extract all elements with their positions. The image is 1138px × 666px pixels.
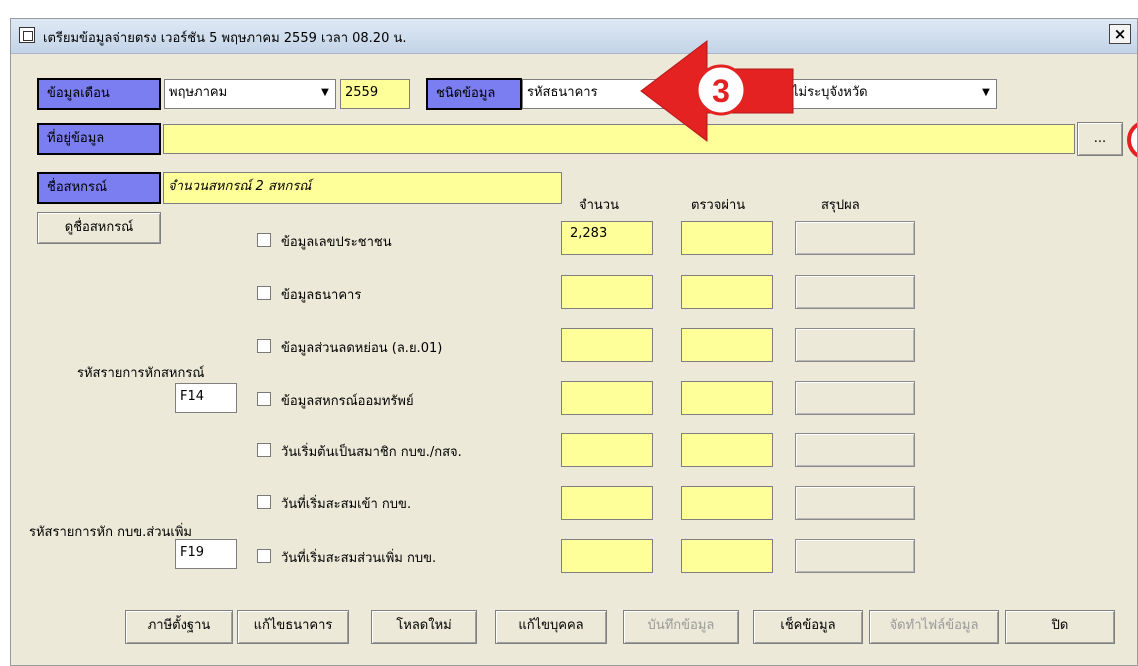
year-input[interactable]: 2559 <box>340 79 410 109</box>
prepare-data-window: เตรียมข้อมูลจ่ายตรง เวอร์ชัน 5 พฤษภาคม 2… <box>10 18 1138 666</box>
row-label: ข้อมูลเลขประชาชน <box>281 235 392 250</box>
row-checkbox[interactable] <box>257 392 271 406</box>
row-checkbox[interactable] <box>257 443 271 457</box>
partial-annotation-badge <box>1127 122 1137 158</box>
coop-deduct-code-input[interactable]: F14 <box>175 383 237 413</box>
row-passed <box>681 328 773 362</box>
row-summary-button[interactable] <box>795 275 915 309</box>
month-select[interactable]: พฤษภาคม ▼ <box>164 79 336 109</box>
month-select-value: พฤษภาคม <box>169 85 228 100</box>
edit-person-button[interactable]: แก้ไขบุคคล <box>495 610 607 644</box>
row-label: ข้อมูลธนาคาร <box>281 288 362 303</box>
row-count <box>561 433 653 467</box>
row-summary-button[interactable] <box>795 221 915 255</box>
column-header-summary: สรุปผล <box>821 198 860 213</box>
row-label: วันเริ่มต้นเป็นสมาชิก กบข./กสจ. <box>281 445 462 460</box>
row-checkbox[interactable] <box>257 339 271 353</box>
row-count <box>561 275 653 309</box>
row-passed <box>681 381 773 415</box>
row-label: ข้อมูลส่วนลดหย่อน (ล.ย.01) <box>281 341 443 356</box>
row-count <box>561 328 653 362</box>
reload-button[interactable]: โหลดใหม่ <box>371 610 477 644</box>
coop-name-label: ชื่อสหกรณ์ <box>37 172 161 204</box>
close-window-button[interactable]: × <box>1109 24 1131 44</box>
app-icon <box>19 27 35 43</box>
province-select[interactable]: ไม่ระบุจังหวัด ▼ <box>787 79 997 109</box>
chevron-down-icon[interactable]: ▼ <box>317 83 333 103</box>
data-location-label: ที่อยู่ข้อมูล <box>37 123 161 155</box>
tax-base-button[interactable]: ภาษีตั้งฐาน <box>125 610 233 644</box>
province-select-value: ไม่ระบุจังหวัด <box>792 85 868 100</box>
view-coop-button[interactable]: ดูชื่อสหกรณ์ <box>37 212 161 244</box>
data-type-label: ชนิดข้อมูล <box>426 78 522 110</box>
row-summary-button[interactable] <box>795 381 915 415</box>
close-button[interactable]: ปิด <box>1005 610 1115 644</box>
partial-badge-icon <box>1127 122 1137 158</box>
row-label: วันที่เริ่มสะสมเข้า กบข. <box>281 497 412 512</box>
column-header-count: จำนวน <box>579 198 619 213</box>
data-type-select-value: รหัสธนาคาร <box>527 85 598 100</box>
row-passed <box>681 539 773 573</box>
row-passed <box>681 433 773 467</box>
browse-button[interactable]: ... <box>1077 122 1123 156</box>
row-checkbox[interactable] <box>257 286 271 300</box>
month-label: ข้อมูลเดือน <box>37 78 161 110</box>
data-location-input[interactable] <box>163 124 1075 154</box>
row-summary-button[interactable] <box>795 328 915 362</box>
coop-name-field: จำนวนสหกรณ์ 2 สหกรณ์ <box>163 172 562 204</box>
check-data-button[interactable]: เช็คข้อมูล <box>753 610 863 644</box>
title-bar: เตรียมข้อมูลจ่ายตรง เวอร์ชัน 5 พฤษภาคม 2… <box>11 19 1137 54</box>
edit-bank-button[interactable]: แก้ไขธนาคาร <box>237 610 349 644</box>
save-data-button[interactable]: บันทึกข้อมูล <box>623 610 739 644</box>
row-label: วันที่เริ่มสะสมส่วนเพิ่ม กบข. <box>281 551 437 566</box>
gpf-extra-code-input[interactable]: F19 <box>175 539 237 569</box>
row-summary-button[interactable] <box>795 539 915 573</box>
window-title: เตรียมข้อมูลจ่ายตรง เวอร์ชัน 5 พฤษภาคม 2… <box>43 31 407 46</box>
row-passed <box>681 275 773 309</box>
row-count <box>561 539 653 573</box>
row-checkbox[interactable] <box>257 549 271 563</box>
create-file-button[interactable]: จัดทำไฟล์ข้อมูล <box>869 610 999 644</box>
row-passed <box>681 486 773 520</box>
row-count <box>561 381 653 415</box>
row-checkbox[interactable] <box>257 233 271 247</box>
row-checkbox[interactable] <box>257 495 271 509</box>
chevron-down-icon[interactable]: ▼ <box>978 83 994 103</box>
row-label: ข้อมูลสหกรณ์ออมทรัพย์ <box>281 394 414 409</box>
row-count <box>561 486 653 520</box>
gpf-extra-code-label: รหัสรายการหัก กบข.ส่วนเพิ่ม <box>29 525 192 540</box>
row-count: 2,283 <box>561 221 653 255</box>
row-passed <box>681 221 773 255</box>
row-summary-button[interactable] <box>795 486 915 520</box>
column-header-passed: ตรวจผ่าน <box>691 198 746 213</box>
row-summary-button[interactable] <box>795 433 915 467</box>
tutorial-arrow-annotation: 3 <box>640 39 794 143</box>
coop-deduct-code-label: รหัสรายการหักสหกรณ์ <box>77 366 205 381</box>
step-badge-number: 3 <box>712 73 730 109</box>
